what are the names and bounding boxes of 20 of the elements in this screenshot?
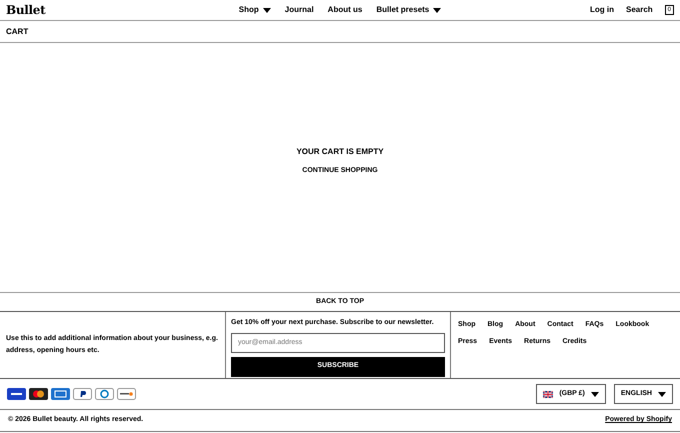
nav-link[interactable]: Shop bbox=[238, 4, 271, 16]
card-icon bbox=[7, 388, 26, 400]
caret-icon bbox=[262, 8, 271, 12]
flag-icon bbox=[543, 390, 554, 398]
card-icon bbox=[51, 388, 70, 400]
card-icon bbox=[117, 388, 136, 400]
nav-link[interactable]: Bullet presets bbox=[376, 4, 442, 16]
caret-icon bbox=[433, 8, 442, 12]
nav-link[interactable]: Journal bbox=[284, 4, 314, 16]
caret-icon bbox=[658, 392, 666, 396]
card-icon bbox=[95, 388, 114, 400]
card-icon bbox=[29, 388, 48, 400]
header-link[interactable]: Log in bbox=[590, 4, 614, 16]
page-title: CART bbox=[6, 26, 28, 38]
card-icon bbox=[73, 388, 92, 400]
nav-link[interactable]: About us bbox=[328, 4, 362, 16]
header-link[interactable]: Search bbox=[626, 4, 653, 16]
empty-cart-message: YOUR CART IS EMPTY bbox=[296, 146, 384, 158]
caret-icon bbox=[590, 392, 599, 396]
logo[interactable]: Bullet bbox=[6, 3, 46, 17]
